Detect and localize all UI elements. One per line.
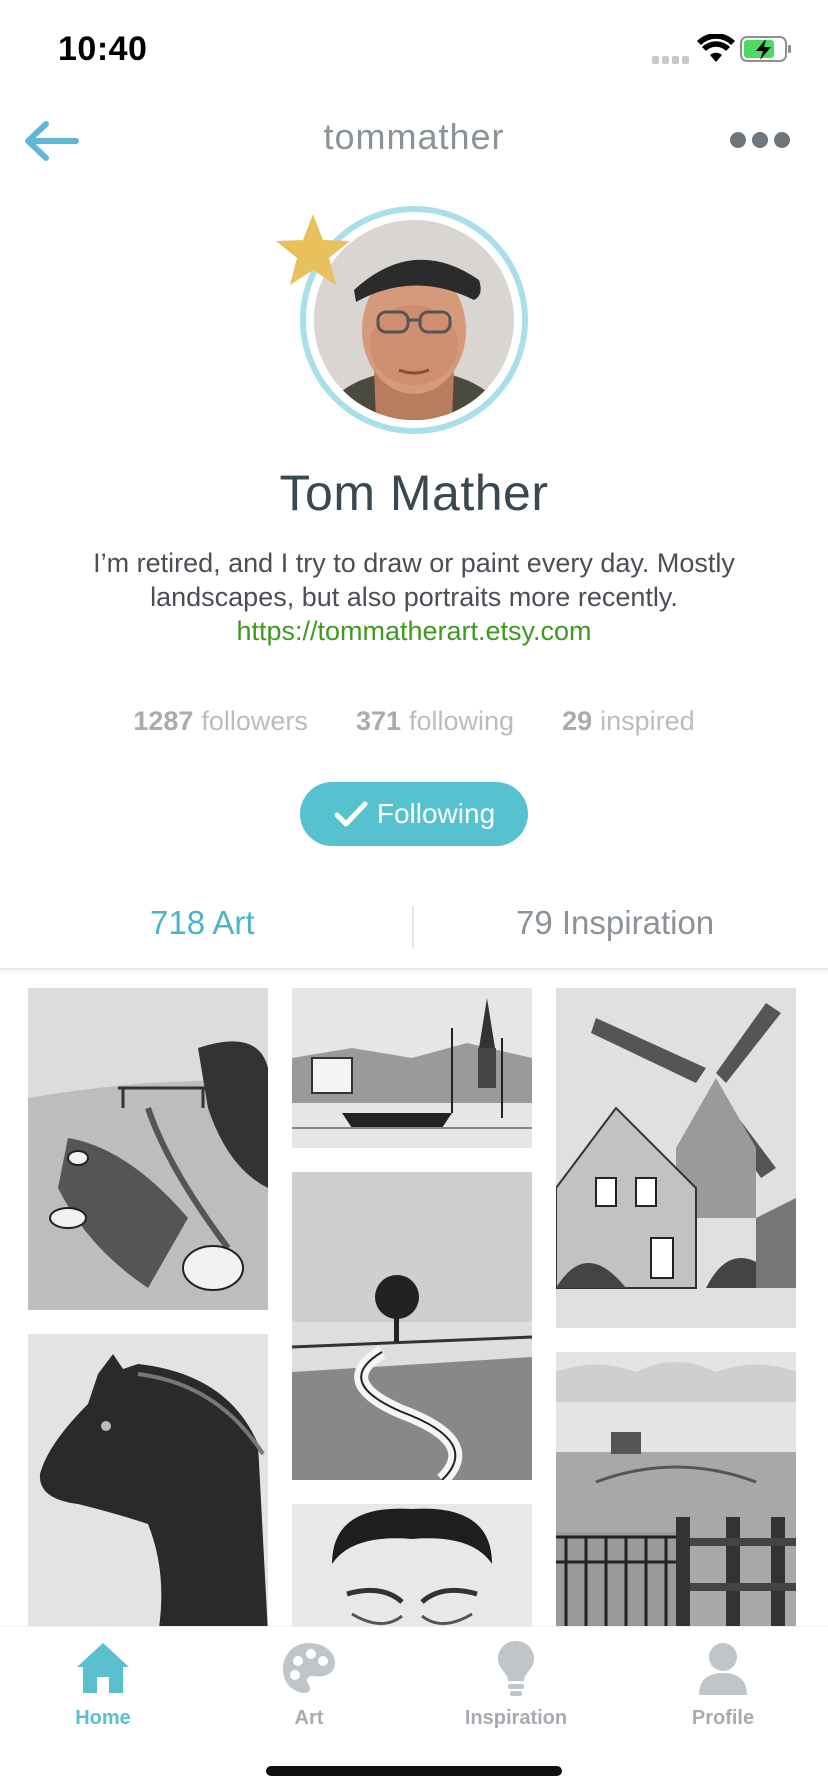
tab-divider	[412, 906, 414, 948]
tab-art-label: Art	[212, 904, 255, 941]
stat-followers-count: 1287	[133, 706, 194, 736]
content-tabs: 718 Art 79 Inspiration	[0, 880, 828, 970]
art-tile-gate-field[interactable]	[556, 1352, 796, 1626]
stat-inspired-label: inspired	[600, 706, 695, 736]
wifi-icon	[697, 34, 735, 62]
tab-bar-inspiration[interactable]: Inspiration	[441, 1639, 591, 1730]
bio-link[interactable]: https://tommatherart.etsy.com	[236, 616, 591, 646]
art-gallery	[0, 980, 828, 1626]
cellular-signal-icon	[652, 50, 692, 64]
lightbulb-icon	[498, 1641, 534, 1696]
palette-icon	[283, 1643, 335, 1693]
tab-bar-art-label: Art	[294, 1707, 324, 1729]
tab-inspiration-count: 79	[516, 904, 553, 941]
profile-stats: 1287 followers 371 following 29 inspired	[0, 706, 828, 746]
tab-bar-profile[interactable]: Profile	[648, 1639, 798, 1730]
stat-inspired[interactable]: 29 inspired	[562, 706, 695, 746]
profile-bio: I’m retired, and I try to draw or paint …	[58, 546, 770, 648]
stat-followers-label: followers	[201, 706, 308, 736]
tab-bar-home[interactable]: Home	[28, 1639, 178, 1730]
home-icon	[77, 1643, 129, 1693]
nav-title: tommather	[323, 116, 505, 157]
tab-bar-inspiration-label: Inspiration	[464, 1707, 568, 1729]
stat-following[interactable]: 371 following	[356, 706, 514, 746]
star-icon	[276, 214, 350, 285]
tab-bar-art[interactable]: Art	[234, 1639, 384, 1730]
person-icon	[699, 1643, 747, 1695]
profile-name: Tom Mather	[279, 465, 549, 521]
stat-following-label: following	[409, 706, 515, 736]
checkmark-icon	[334, 801, 368, 827]
stat-followers[interactable]: 1287 followers	[133, 706, 308, 746]
more-dots-icon[interactable]	[728, 128, 792, 152]
art-tile-portrait[interactable]	[292, 1504, 532, 1626]
bio-text: I’m retired, and I try to draw or paint …	[93, 548, 735, 612]
tab-art[interactable]: 718 Art	[150, 904, 255, 942]
art-tile-sheep-canal[interactable]	[28, 988, 268, 1310]
following-button[interactable]: Following	[300, 782, 528, 846]
nav-bar: tommather	[0, 100, 828, 180]
tab-inspiration[interactable]: 79 Inspiration	[516, 904, 714, 942]
art-tile-harbor-church[interactable]	[292, 988, 532, 1148]
tab-bar-home-label: Home	[75, 1707, 131, 1729]
stat-inspired-count: 29	[562, 706, 593, 736]
tab-art-count: 718	[150, 904, 206, 941]
tab-bar-profile-label: Profile	[691, 1707, 755, 1729]
art-tile-horse[interactable]	[28, 1334, 268, 1626]
status-time: 10:40	[58, 30, 148, 68]
tab-inspiration-label: Inspiration	[561, 904, 715, 941]
battery-charging-icon	[740, 36, 791, 62]
status-bar: 10:40	[0, 0, 828, 100]
home-indicator	[266, 1766, 562, 1776]
art-tile-tree-ditch[interactable]	[292, 1172, 532, 1480]
stat-following-count: 371	[355, 706, 401, 736]
art-tile-windmill[interactable]	[556, 988, 796, 1328]
following-button-label: Following	[376, 798, 496, 829]
